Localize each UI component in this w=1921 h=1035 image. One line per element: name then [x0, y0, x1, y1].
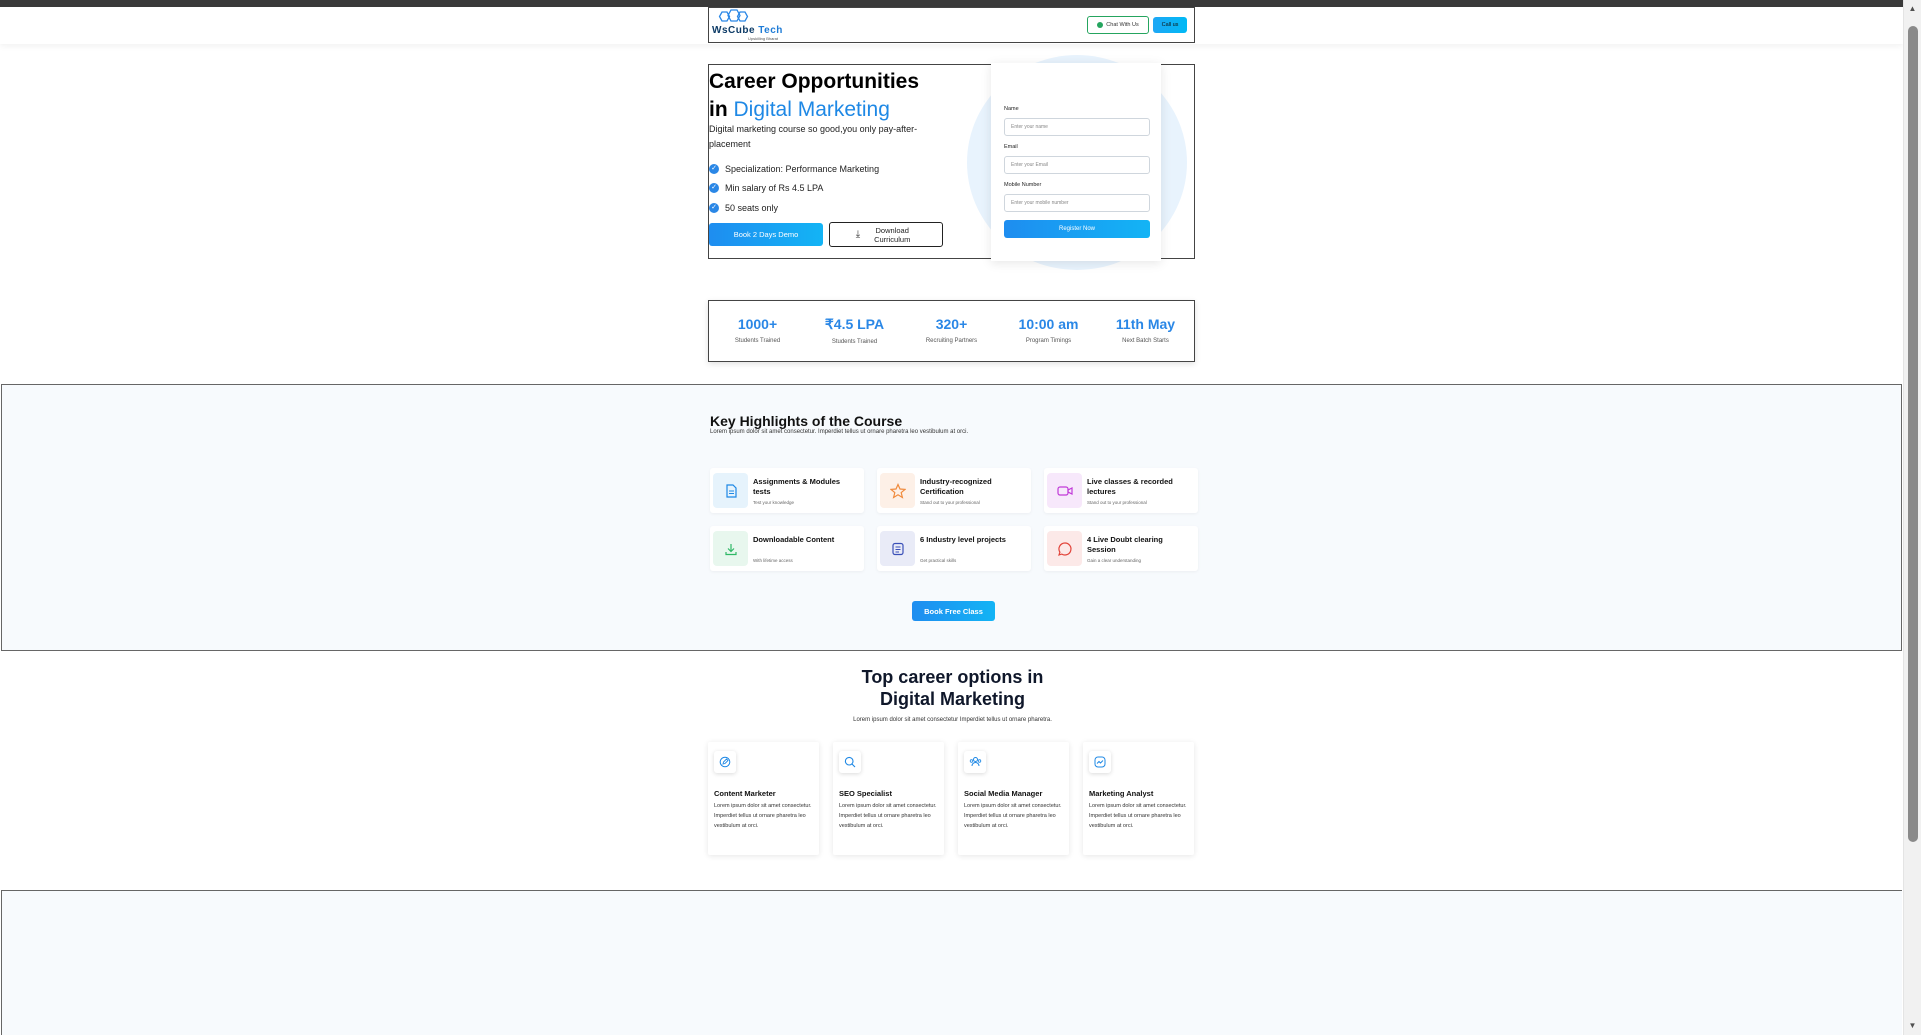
highlight-card: 4 Live Doubt clearing Session Gain a cle… [1044, 526, 1198, 571]
chat-with-us-button[interactable]: Chat With Us [1087, 16, 1149, 34]
star-icon [880, 473, 915, 508]
logo[interactable]: WsCube Tech Upskilling Bharat [712, 9, 792, 41]
video-icon [1047, 473, 1082, 508]
stat-item: 11th May Next Batch Starts [1115, 316, 1176, 344]
document-icon [713, 473, 748, 508]
list-icon [880, 531, 915, 566]
chat-bubble-icon [1047, 531, 1082, 566]
hero-subtitle: Digital marketing course so good,you onl… [709, 124, 918, 149]
users-icon [964, 751, 986, 773]
chat-button-label: Chat With Us [1106, 22, 1139, 28]
email-label: Email [1004, 144, 1018, 150]
analytics-icon [1089, 751, 1111, 773]
scrollbar[interactable]: ▲ ▼ [1903, 0, 1921, 1035]
email-input[interactable]: Enter your Email [1004, 156, 1150, 174]
careers-subtitle: Lorem ipsum dolor sit amet consectetur I… [853, 717, 1052, 723]
scroll-up-icon[interactable]: ▲ [1904, 2, 1921, 16]
hero-section: Career Opportunities in Digital Marketin… [708, 55, 1195, 270]
search-icon [839, 751, 861, 773]
hero-title-highlight: Digital Marketing [733, 98, 890, 121]
stats-bar: 1000+ Students Trained ₹4.5 LPA Students T… [708, 300, 1195, 362]
name-label: Name [1004, 106, 1019, 112]
header-container: WsCube Tech Upskilling Bharat Chat With … [708, 7, 1195, 43]
whatsapp-icon [1097, 22, 1104, 28]
call-us-button[interactable]: Call us [1153, 17, 1187, 33]
check-icon: ✓ [709, 183, 719, 194]
stat-item: 320+ Recruiting Partners [925, 316, 978, 344]
check-icon: ✓ [709, 202, 719, 213]
checklist-item: ✓ Specialization: Performance Marketing [709, 159, 879, 179]
window-top-bar [0, 0, 1903, 7]
stat-item: ₹4.5 LPA Students Trained [824, 316, 885, 345]
logo-text: WsCube Tech [712, 25, 783, 36]
edit-icon [714, 751, 736, 773]
career-card[interactable]: Social Media Manager Lorem ipsum dolor s… [958, 742, 1069, 855]
highlight-card: Live classes & recorded lectures Stand o… [1044, 468, 1198, 513]
scroll-down-icon[interactable]: ▼ [1904, 1019, 1921, 1033]
mobile-label: Mobile Number [1004, 182, 1042, 188]
name-input[interactable]: Enter your name [1004, 118, 1150, 136]
highlight-card: Downloadable Content With lifetime acces… [710, 526, 864, 571]
checklist-item: ✓ 50 seats only [709, 198, 879, 218]
download-icon: ⤓ [855, 229, 861, 240]
register-now-button[interactable]: Register Now [1004, 220, 1150, 238]
career-card[interactable]: Marketing Analyst Lorem ipsum dolor sit … [1083, 742, 1194, 855]
stat-item: 1000+ Students Trained [734, 316, 781, 344]
book-free-class-button[interactable]: Book Free Class [912, 601, 995, 621]
download-icon [713, 531, 748, 566]
download-curriculum-button[interactable]: ⤓ Download Curriculum [829, 222, 943, 247]
highlight-card: Assignments & Modules tests Test your kn… [710, 468, 864, 513]
check-icon: ✓ [709, 163, 719, 174]
highlights-title: Key Highlights of the Course [710, 413, 903, 429]
hero-title: Career Opportunities in Digital Marketin… [709, 70, 920, 121]
feature-checklist: ✓ Specialization: Performance Marketing ✓… [709, 159, 879, 218]
book-demo-button[interactable]: Book 2 Days Demo [709, 223, 823, 246]
key-highlights-section: Key Highlights of the Course Lorem ipsum… [1, 384, 1902, 651]
career-card[interactable]: Content Marketer Lorem ipsum dolor sit a… [708, 742, 819, 855]
logo-tagline: Upskilling Bharat [748, 36, 779, 41]
register-form: Name Enter your name Email Enter your Em… [991, 63, 1161, 261]
highlight-card: Industry-recognized Certification Stand … [877, 468, 1031, 513]
checklist-item: ✓ Min salary of Rs 4.5 LPA [709, 179, 879, 199]
highlight-card: 6 Industry level projects Get practical … [877, 526, 1031, 571]
highlights-subtitle: Lorem ipsum dolor sit amet consectetur. … [710, 429, 969, 435]
mobile-input[interactable]: Enter your mobile number [1004, 194, 1150, 212]
site-header: WsCube Tech Upskilling Bharat Chat With … [0, 7, 1903, 44]
careers-title: Top career options in Digital Marketing [861, 667, 1044, 709]
scrollbar-thumb[interactable] [1908, 26, 1918, 842]
bottom-section [1, 890, 1902, 1035]
career-card[interactable]: SEO Specialist Lorem ipsum dolor sit ame… [833, 742, 944, 855]
stat-item: 10:00 am Program Timings [1018, 316, 1079, 344]
